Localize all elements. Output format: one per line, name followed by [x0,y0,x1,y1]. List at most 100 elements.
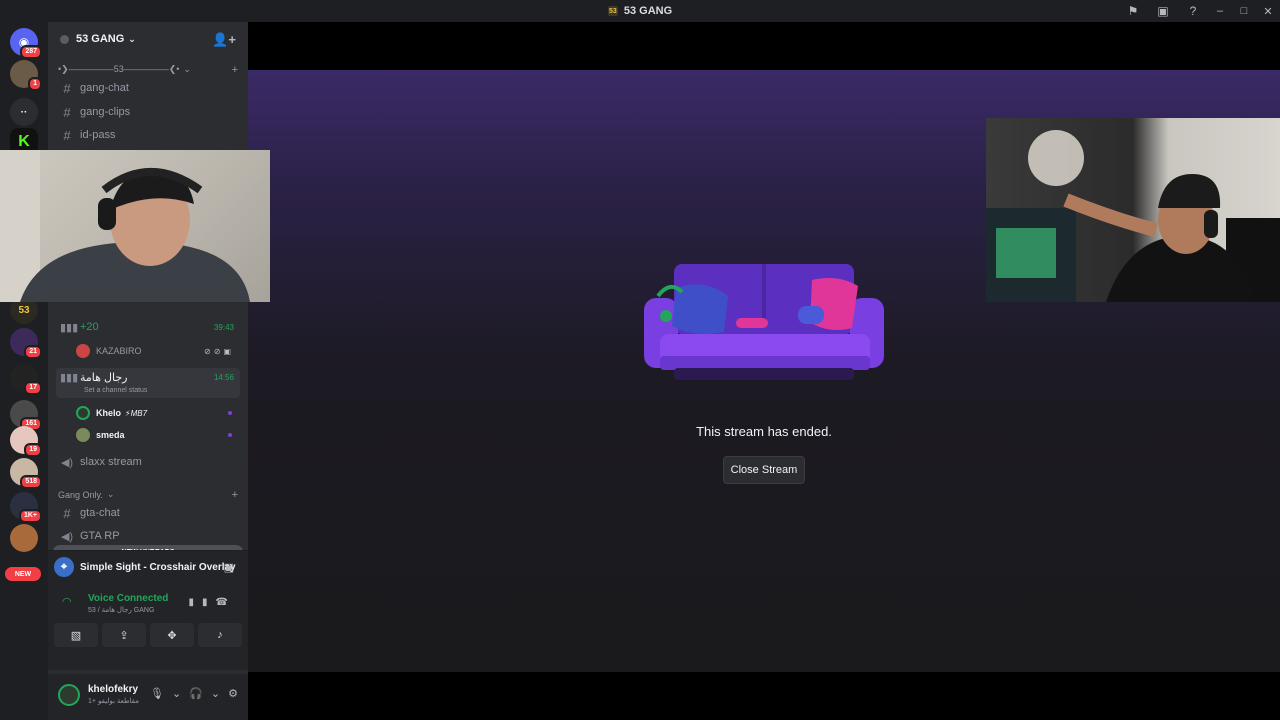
headphones-icon[interactable]: 🎧 [189,687,203,700]
category-gang-only[interactable]: Gang Only. ⌄ + [58,489,238,501]
add-channel-icon[interactable]: + [232,489,238,501]
stream-screen-icon[interactable]: ▣ [224,561,234,574]
home-unread-badge: 287 [20,45,42,59]
member-tag: ⚡MB7 [125,408,148,418]
add-channel-icon[interactable]: + [232,64,238,76]
member-name: smeda [96,430,125,440]
settings-gear-icon[interactable]: ⚙ [228,687,238,700]
camera-off-icon: ▧ [70,629,82,642]
server-21-icon[interactable]: 21 [10,328,42,359]
live-dot-icon [228,433,232,437]
voice-connection: ◠ Voice Connected 53 / رجال هامة GANG ▮▮… [48,587,248,617]
channel-gang-clips[interactable]: # gang-clips [56,102,240,122]
chevron-down-icon: ⌄ [128,33,136,44]
channel-label: GTA RP [80,530,120,542]
webcam-person-right [986,130,1280,302]
channel-label: slaxx stream [80,456,142,468]
server-avatar-1[interactable]: 1 [10,60,42,91]
activities-icon: ✥ [167,629,177,642]
chevron-down-icon[interactable]: ⌄ [172,687,181,700]
server-17-icon[interactable]: 17 [10,364,42,395]
camera-off-button[interactable]: ▧ [54,623,98,647]
help-icon[interactable]: ? [1178,0,1208,22]
channel-label: +20 [80,321,99,333]
category-top[interactable]: •❯—————53—————❮• ⌄ + [58,64,238,76]
speaker-icon: ◀) [60,530,74,543]
muted-deafened-icon: ⊘⊘▣ [204,346,234,356]
close-stream-button[interactable]: Close Stream [723,456,805,484]
soundboard-icon: ♪ [217,629,223,641]
voice-channel-path[interactable]: 53 / رجال هامة GANG [88,606,154,614]
disconnect-icon[interactable]: ☎ [216,597,236,608]
microphone-icon[interactable]: 🎙 [150,687,164,700]
screen-share-icon[interactable]: ▣ [1148,0,1178,22]
user-avatar[interactable] [58,684,80,706]
server-rail: ◉ 287 1 ·· K 53 21 17 161 19 518 1K+ NEW [0,22,48,720]
server-518-icon[interactable]: 518 [10,458,42,489]
window-title: 53 53 GANG [607,5,672,17]
kick-label: K [18,133,30,150]
maximize-icon[interactable]: □ [1232,0,1256,22]
user-panel: khelofekry مقاطعة بوليفو +1 🎙 ⌄ 🎧 ⌄ ⚙ [48,674,248,720]
invite-people-icon[interactable]: 👤+ [212,32,236,48]
channel-gta-chat[interactable]: # gta-chat [56,503,240,523]
voice-channel-20[interactable]: ▮▮▮ +20 39:43 [56,317,240,337]
running-app[interactable]: ⌖ Simple Sight - Crosshair Overlay ▣ [48,553,248,581]
server-header[interactable]: 53 GANG ⌄ 👤+ [48,22,248,56]
server-badge: 518 [20,475,42,489]
soundboard-button[interactable]: ♪ [198,623,242,647]
channel-gang-chat[interactable]: # gang-chat [56,78,240,98]
channel-status-prompt[interactable]: Set a channel status [84,387,147,394]
voice-member-kazabiro[interactable]: KAZABIRO ⊘⊘▣ [76,341,240,361]
title-bar-actions: ⚑ ▣ ? – □ ✕ [1118,0,1280,22]
voice-channel-active[interactable]: ▮▮▮ رجال هامة 14:56 Set a channel status [56,368,240,398]
voice-channel-slaxx[interactable]: ◀) slaxx stream [56,452,240,472]
share-screen-button[interactable]: ⇪ [102,623,146,647]
signal-icon[interactable]: ◠ [62,595,72,608]
stage-bottom-bar [248,672,1280,720]
server-folder-dots[interactable]: ·· [10,98,38,126]
discord-home-icon[interactable]: ◉ 287 [10,28,42,59]
app-name: Simple Sight - Crosshair Overlay [80,561,236,573]
share-screen-icon: ⇪ [119,629,129,642]
member-name: Khelo [96,408,122,418]
server-badge: 19 [24,443,42,457]
username[interactable]: khelofekry [88,684,138,695]
empty-couch-illustration [644,264,884,380]
voice-controls: ▮▮☎ [189,597,236,608]
inbox-flag-icon[interactable]: ⚑ [1118,0,1148,22]
server-badge-icon: 53 [607,6,618,16]
close-icon[interactable]: ✕ [1256,0,1280,22]
server-161-icon[interactable]: 161 [10,400,42,431]
hash-icon: # [63,104,71,120]
stage-top-bar [248,22,1280,70]
chevron-down-icon[interactable]: ⌄ [211,687,220,700]
title-bar: 53 53 GANG ⚑ ▣ ? – □ ✕ [0,0,1280,22]
avatar [76,344,90,358]
voice-member-khelo[interactable]: Khelo ⚡MB7 [76,403,240,423]
server-1k-icon[interactable]: 1K+ [10,492,42,523]
voice-channel-gta-rp[interactable]: ◀) GTA RP [56,526,240,546]
crosshair-icon: ⌖ [54,557,74,577]
new-servers-pill[interactable]: NEW [5,567,41,581]
voice-timer: 39:43 [213,322,234,332]
activity-panel: ⌖ Simple Sight - Crosshair Overlay ▣ ◠ V… [48,550,248,670]
server-badge: 17 [24,381,42,395]
voice-status-title[interactable]: Voice Connected [88,593,168,604]
noise-suppression-icon[interactable]: ▮▮ [189,597,216,608]
server-dot-icon [60,34,69,44]
activities-button[interactable]: ✥ [150,623,194,647]
server-19-icon[interactable]: 19 [10,426,42,457]
voice-active-icon: ▮▮▮ [60,321,79,334]
user-status: مقاطعة بوليفو +1 [88,698,139,705]
stream-ended-message: This stream has ended. [696,424,832,439]
server-avatar-12[interactable] [10,524,38,552]
voice-member-smeda[interactable]: smeda [76,425,240,445]
minimize-icon[interactable]: – [1208,0,1232,22]
voice-active-icon: ▮▮▮ [60,372,79,384]
avatar [76,406,90,420]
speaker-icon: ◀) [60,456,74,469]
channel-id-pass[interactable]: # id-pass [56,125,240,145]
server-folder-label: ·· [20,106,28,118]
channel-label: gang-chat [80,82,129,94]
